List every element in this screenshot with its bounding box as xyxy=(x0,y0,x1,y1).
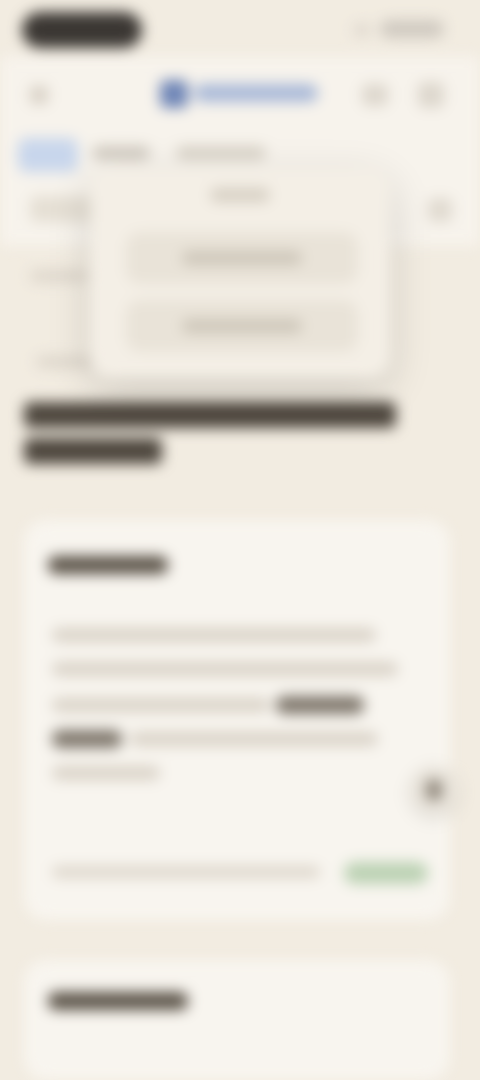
popover-option-2[interactable] xyxy=(126,300,358,352)
tab-3[interactable] xyxy=(176,146,266,160)
status-badge[interactable] xyxy=(344,862,428,884)
page-title xyxy=(24,396,434,464)
card-body-line xyxy=(52,766,160,780)
content-card-2 xyxy=(24,960,450,1080)
popover-option-1[interactable] xyxy=(126,232,358,284)
status-time-pill xyxy=(22,12,142,48)
card-body-emphasis[interactable] xyxy=(52,730,122,748)
logo-text xyxy=(194,84,318,102)
card-body-line xyxy=(130,732,378,746)
battery-icon xyxy=(380,20,444,38)
back-icon[interactable] xyxy=(30,86,48,104)
card-body-line xyxy=(52,628,376,642)
action-icon[interactable] xyxy=(428,198,452,222)
menu-icon[interactable] xyxy=(418,82,444,108)
card-body-line xyxy=(52,698,270,712)
popover-title xyxy=(210,188,270,202)
breadcrumb[interactable] xyxy=(30,270,88,282)
card-body-emphasis[interactable] xyxy=(276,696,364,714)
search-icon[interactable] xyxy=(362,84,388,106)
tab-1[interactable] xyxy=(18,138,78,172)
fab-icon xyxy=(426,780,442,800)
card-body-line xyxy=(52,662,398,676)
logo-icon xyxy=(160,80,188,108)
blurred-screen xyxy=(0,0,480,1080)
signal-icon xyxy=(354,24,370,36)
content-card xyxy=(24,520,450,920)
breadcrumb-secondary[interactable] xyxy=(36,356,98,368)
card2-title xyxy=(48,992,188,1010)
card-title xyxy=(48,556,168,574)
tab-2[interactable] xyxy=(92,146,150,160)
card-footer-text xyxy=(52,866,320,878)
